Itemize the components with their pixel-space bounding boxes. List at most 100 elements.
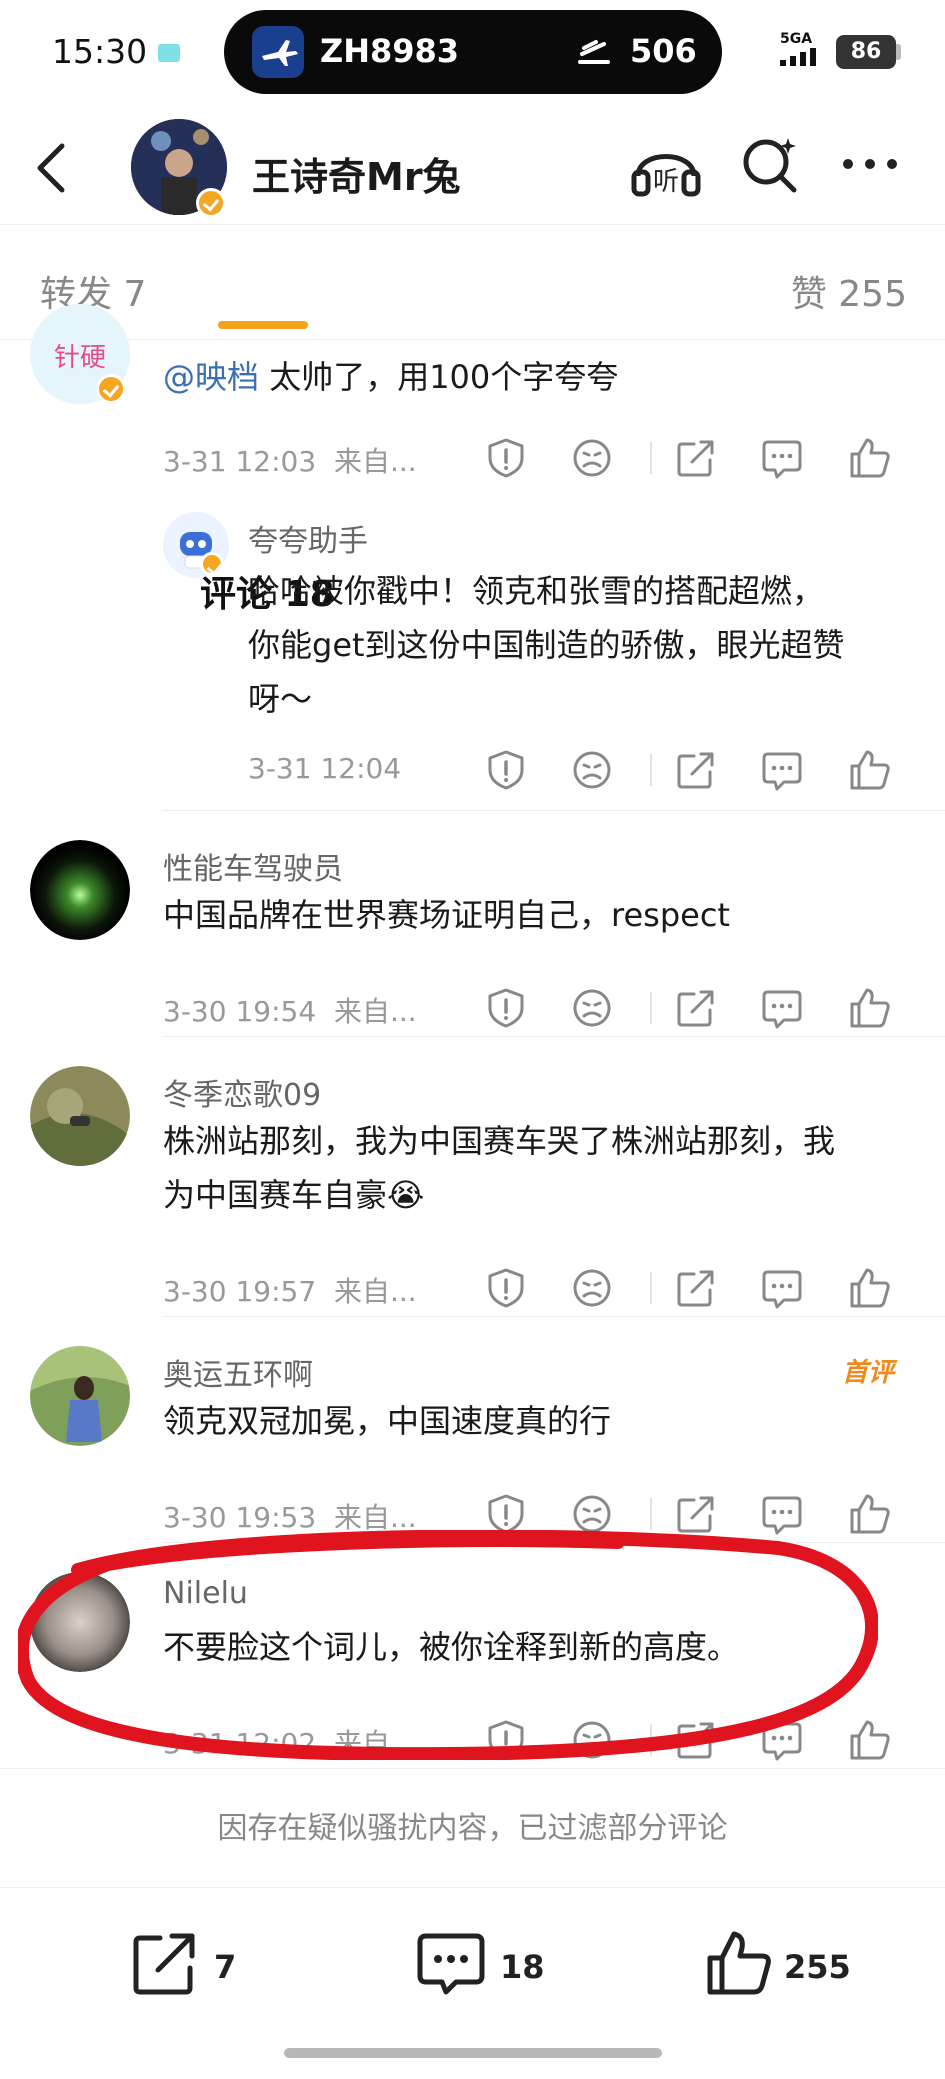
action-separator <box>650 1498 652 1530</box>
mention-link[interactable]: @映档 <box>163 358 259 396</box>
back-icon[interactable] <box>32 140 72 200</box>
reply-line: 呀～ <box>248 680 313 718</box>
commenter-avatar[interactable] <box>30 1346 130 1446</box>
comment-source[interactable]: 来自... <box>334 445 417 478</box>
battery-icon: 86 <box>836 35 896 69</box>
like-icon[interactable] <box>848 436 892 480</box>
comment-time: 3-30 19:57 <box>163 1275 317 1308</box>
like-icon[interactable] <box>848 748 892 792</box>
comment-line: 株洲站那刻，我为中国赛车哭了株洲站那刻，我 <box>163 1122 836 1160</box>
divider <box>163 810 945 811</box>
search-icon[interactable] <box>738 132 802 200</box>
like-count: 255 <box>784 1948 851 1986</box>
comment-line: 为中国赛车自豪😭 <box>163 1176 425 1214</box>
commenter-name[interactable]: 奥运五环啊 <box>163 1350 313 1394</box>
home-indicator[interactable] <box>284 2048 662 2058</box>
filter-notice: 因存在疑似骚扰内容，已过滤部分评论 <box>0 1768 945 1888</box>
verified-badge-icon <box>196 188 226 218</box>
action-separator <box>650 1272 652 1304</box>
share-icon[interactable] <box>674 748 718 792</box>
active-tab-indicator <box>218 321 308 329</box>
dislike-icon[interactable] <box>570 1266 614 1310</box>
dislike-icon[interactable] <box>570 436 614 480</box>
divider <box>163 1036 945 1037</box>
reply-icon[interactable] <box>760 748 804 792</box>
reply-text: 哈哈被你戳中！领克和张雪的搭配超燃， 你能get到这份中国制造的骄傲，眼光超赞 … <box>248 564 845 726</box>
report-icon[interactable] <box>484 748 528 792</box>
first-comment-badge: 首评 <box>842 1358 895 1388</box>
signal-icon <box>780 48 816 66</box>
comment-text: 株洲站那刻，我为中国赛车哭了株洲站那刻，我 为中国赛车自豪😭 <box>163 1114 835 1222</box>
comment-text: @映档 太帅了，用100个字夸夸 <box>163 350 618 404</box>
comment-meta: 3-31 12:03 来自... <box>163 440 417 480</box>
action-separator <box>650 442 652 474</box>
comment-source[interactable]: 来自... <box>334 1275 417 1308</box>
listen-label: 听 <box>653 167 679 197</box>
passenger-count: 506 <box>630 32 697 70</box>
divider <box>163 1316 945 1317</box>
repost-count: 7 <box>214 1948 237 1986</box>
dislike-icon[interactable] <box>570 748 614 792</box>
tab-likes[interactable]: 赞 255 <box>791 265 907 317</box>
comment-icon <box>417 1933 485 1995</box>
report-icon[interactable] <box>484 1266 528 1310</box>
like-icon[interactable] <box>848 986 892 1030</box>
reply-author[interactable]: 夸夸助手 <box>248 516 368 560</box>
comment-count: 18 <box>500 1948 545 1986</box>
share-icon[interactable] <box>674 436 718 480</box>
flight-number: ZH8983 <box>320 32 460 70</box>
action-separator <box>650 754 652 786</box>
more-icon[interactable] <box>840 154 900 178</box>
comment-actions <box>484 748 914 794</box>
commenter-avatar[interactable] <box>30 840 130 940</box>
comment-body: 太帅了，用100个字夸夸 <box>259 358 619 396</box>
dislike-icon[interactable] <box>570 986 614 1030</box>
reply-line: 你能get到这份中国制造的骄傲，眼光超赞 <box>248 626 845 664</box>
battery-tip <box>896 44 901 60</box>
reply-time: 3-31 12:04 <box>248 752 402 785</box>
status-time: 15:30 <box>52 32 148 71</box>
commenter-avatar[interactable] <box>30 1066 130 1166</box>
tab-bar: 转发 7 评论 18 赞 255 <box>0 224 945 615</box>
red-annotation-circle <box>18 1530 878 1760</box>
comment-time: 3-30 19:54 <box>163 995 317 1028</box>
comment-time: 3-31 12:03 <box>163 445 317 478</box>
network-type: 5GA <box>780 31 813 47</box>
like-icon[interactable] <box>848 1266 892 1310</box>
like-button[interactable]: 255 <box>704 1928 851 2008</box>
report-icon[interactable] <box>484 986 528 1030</box>
share-icon[interactable] <box>674 986 718 1030</box>
comment-button[interactable]: 18 <box>416 1928 545 2008</box>
report-icon[interactable] <box>484 436 528 480</box>
comment-meta: 3-30 19:54 来自... <box>163 990 417 1030</box>
like-icon <box>707 1931 771 1995</box>
repost-icon <box>133 1933 195 1995</box>
dynamic-island[interactable]: ZH8983 506 <box>224 10 722 94</box>
share-icon[interactable] <box>674 1266 718 1310</box>
comment-actions <box>484 1266 914 1312</box>
top-nav-bar: 王诗奇Mr兔 听 <box>0 106 945 224</box>
network-indicator: 5GA <box>780 32 828 69</box>
reply-icon[interactable] <box>760 1266 804 1310</box>
commenter-name[interactable]: 性能车驾驶员 <box>163 844 343 888</box>
verified-badge-icon <box>200 552 224 576</box>
commenter-name[interactable]: 冬季恋歌09 <box>163 1070 321 1114</box>
repost-button[interactable]: 7 <box>130 1928 236 2008</box>
action-separator <box>650 992 652 1024</box>
comment-text: 中国品牌在世界赛场证明自己，respect <box>163 896 730 934</box>
verified-badge-icon <box>96 374 126 404</box>
comment-text: 领克双冠加冕，中国速度真的行 <box>163 1402 612 1440</box>
comment-actions <box>484 436 914 482</box>
comment-meta: 3-30 19:57 来自... <box>163 1270 417 1310</box>
avatar-text: 针硬 <box>54 343 106 373</box>
comment-source[interactable]: 来自... <box>334 995 417 1028</box>
status-bar: 15:30 ZH8983 506 5GA 86 <box>0 0 945 106</box>
listen-icon[interactable]: 听 <box>628 132 704 206</box>
reply-line: 哈哈被你戳中！领克和张雪的搭配超燃， <box>248 572 825 610</box>
airplane-icon <box>252 26 304 78</box>
reply-icon[interactable] <box>760 436 804 480</box>
reply-icon[interactable] <box>760 986 804 1030</box>
comment-actions <box>484 986 914 1032</box>
seat-icon <box>574 32 614 76</box>
page-title: 王诗奇Mr兔 <box>252 155 461 199</box>
